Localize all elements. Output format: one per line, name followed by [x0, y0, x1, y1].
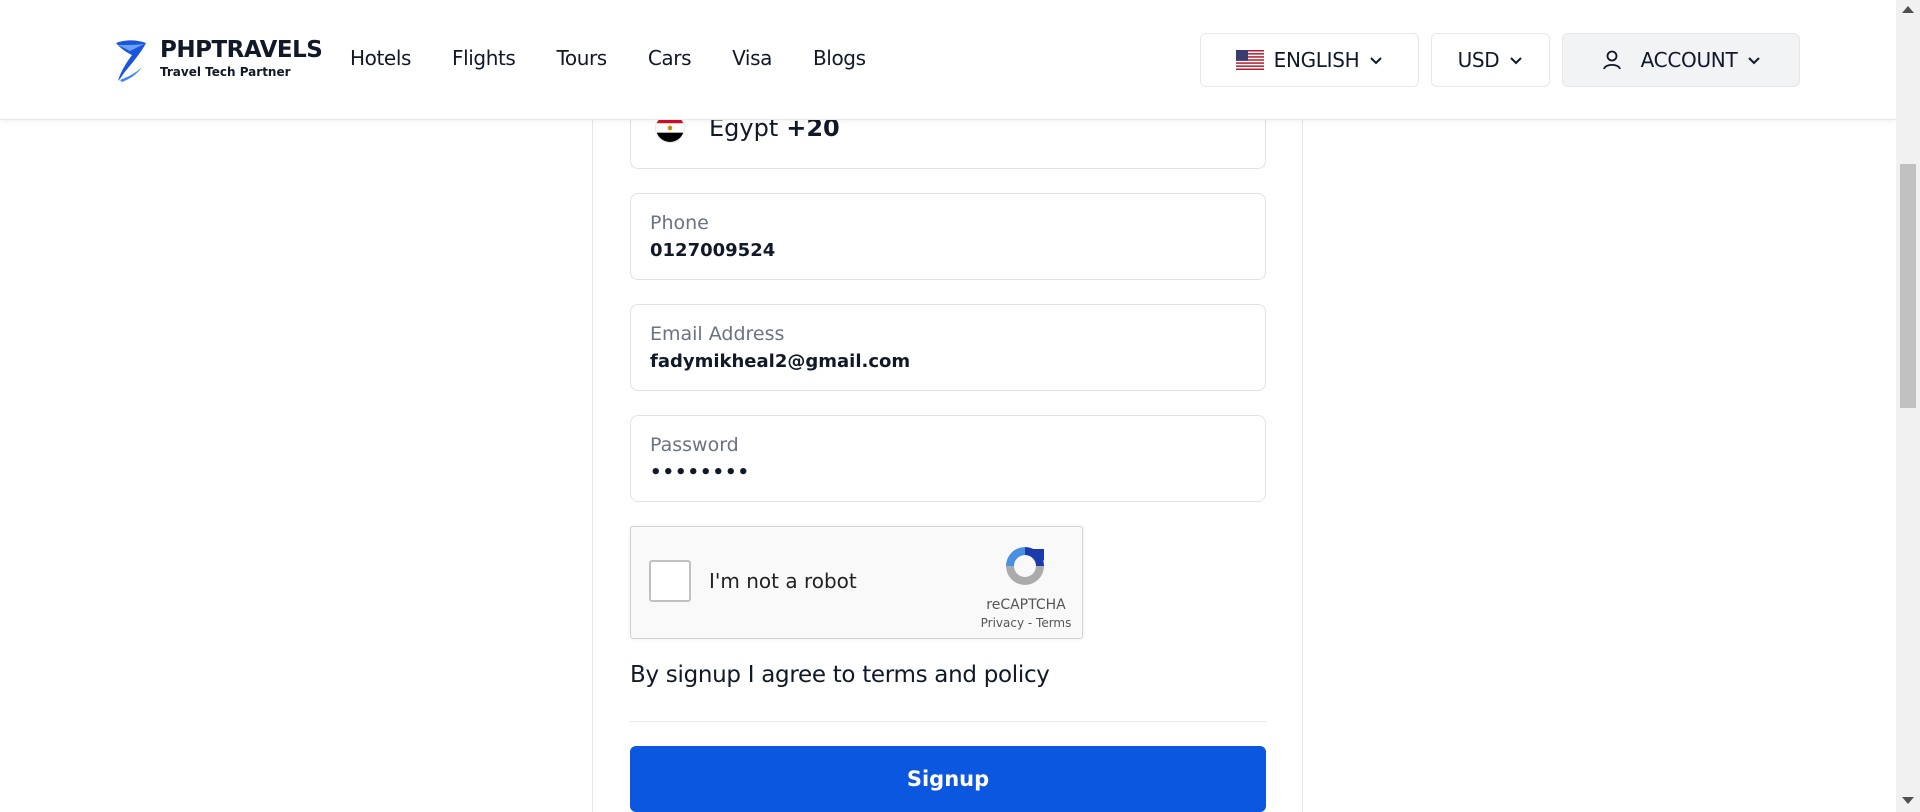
phone-label: Phone [650, 212, 709, 234]
password-label: Password [650, 434, 739, 456]
recaptcha-icon [1006, 547, 1044, 585]
user-icon [1602, 50, 1621, 70]
account-dropdown[interactable]: ACCOUNT [1562, 33, 1800, 87]
email-label: Email Address [650, 323, 785, 345]
phone-value[interactable]: 0127009524 [650, 240, 775, 261]
recaptcha-widget: I'm not a robot reCAPTCHA Privacy - Term… [630, 526, 1083, 639]
password-value[interactable]: •••••••• [650, 462, 750, 483]
signup-button[interactable]: Signup [630, 746, 1266, 812]
scroll-down-icon[interactable] [1902, 797, 1914, 804]
nav-blogs[interactable]: Blogs [813, 46, 866, 70]
email-field[interactable]: Email Address fadymikheal2@gmail.com [630, 304, 1266, 391]
chevron-down-icon [1748, 57, 1761, 65]
recaptcha-link-separator: - [1024, 616, 1037, 630]
nav-tours[interactable]: Tours [556, 46, 607, 70]
recaptcha-terms-link[interactable]: Terms [1036, 616, 1071, 630]
currency-dropdown[interactable]: USD [1431, 33, 1550, 87]
logo-icon [116, 40, 146, 82]
terms-agreement-text: By signup I agree to terms and policy [630, 662, 1050, 688]
nav-hotels[interactable]: Hotels [350, 46, 411, 70]
email-value[interactable]: fadymikheal2@gmail.com [650, 351, 910, 372]
account-label: ACCOUNT [1640, 48, 1738, 72]
recaptcha-label: I'm not a robot [709, 569, 857, 593]
password-field[interactable]: Password •••••••• [630, 415, 1266, 502]
nav-visa[interactable]: Visa [732, 46, 772, 70]
us-flag-icon [1235, 50, 1264, 70]
nav-cars[interactable]: Cars [648, 46, 692, 70]
site-header: PHPTRAVELS Travel Tech Partner Hotels Fl… [0, 0, 1896, 120]
scrollbar-thumb[interactable] [1900, 164, 1916, 408]
language-dropdown[interactable]: ENGLISH [1200, 33, 1419, 87]
brand-tagline: Travel Tech Partner [160, 65, 291, 79]
chevron-down-icon [1370, 57, 1383, 65]
phone-field[interactable]: Phone 0127009524 [630, 193, 1266, 280]
language-label: ENGLISH [1273, 48, 1360, 72]
main-nav: Hotels Flights Tours Cars Visa Blogs [350, 46, 866, 70]
nav-flights[interactable]: Flights [452, 46, 516, 70]
scroll-up-icon[interactable] [1902, 6, 1914, 13]
brand-logo[interactable]: PHPTRAVELS Travel Tech Partner [112, 37, 323, 83]
recaptcha-links: Privacy - Terms [971, 616, 1081, 630]
chevron-down-icon [1510, 57, 1523, 65]
brand-name: PHPTRAVELS [160, 37, 323, 63]
currency-label: USD [1457, 48, 1500, 72]
recaptcha-checkbox[interactable] [649, 560, 691, 602]
scrollbar[interactable] [1896, 0, 1920, 812]
recaptcha-brand: reCAPTCHA [986, 597, 1066, 613]
recaptcha-privacy-link[interactable]: Privacy [981, 616, 1024, 630]
divider [630, 721, 1266, 722]
